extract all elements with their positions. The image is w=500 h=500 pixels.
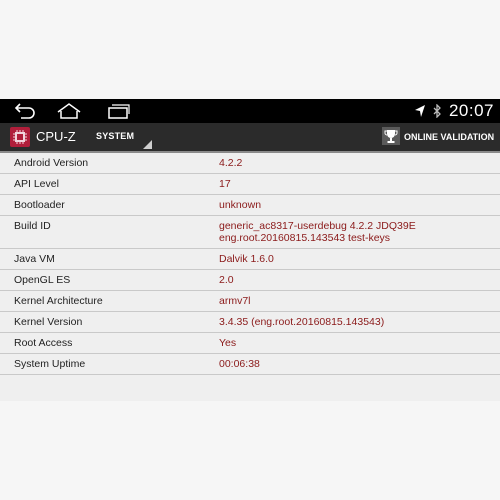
row-label: Android Version [14,157,89,169]
row-label: System Uptime [14,358,86,370]
row-label: Kernel Architecture [14,295,103,307]
list-item-kernel-architecture: Kernel Architecture armv7l [0,291,500,312]
row-value: armv7l [219,295,251,307]
cpu-z-logo-icon[interactable] [10,127,30,147]
row-label: Bootloader [14,199,65,211]
online-validation-button[interactable]: ONLINE VALIDATION [382,123,494,151]
row-value: 00:06:38 [219,358,260,370]
system-tab-label: SYSTEM [96,131,135,141]
row-value: 2.0 [219,274,234,286]
row-value: unknown [219,199,262,211]
row-label: API Level [14,178,59,190]
bluetooth-icon [433,104,441,118]
row-label: Kernel Version [14,316,83,328]
build-id-line-1: generic_ac8317-userdebug 4.2.2 JDQ39E [219,220,416,232]
list-item-api-level: API Level 17 [0,174,500,195]
row-value: 3.4.35 (eng.root.20160815.143543) [219,316,385,328]
online-validation-label: ONLINE VALIDATION [404,132,495,142]
recent-apps-icon[interactable] [105,102,131,120]
row-value: 17 [219,178,231,190]
row-value: generic_ac8317-userdebug 4.2.2 JDQ39E en… [219,220,416,244]
clock: 20:07 [448,101,494,120]
list-item-kernel-version: Kernel Version 3.4.35 (eng.root.20160815… [0,312,500,333]
system-info-list: Android Version 4.2.2 API Level 17 Bootl… [0,153,500,375]
row-value: 4.2.2 [219,157,243,169]
system-tab-selector[interactable]: SYSTEM [92,123,152,151]
navigation-status-bar: 20:07 [0,99,500,123]
home-icon[interactable] [56,102,82,120]
list-item-build-id: Build ID generic_ac8317-userdebug 4.2.2 … [0,216,500,249]
device-screen: 20:07 CPU-Z SYSTEM ONLINE VALIDATION And… [0,99,500,401]
build-id-line-2: eng.root.20160815.143543 test-keys [219,232,391,244]
dropdown-icon [143,140,152,149]
row-value: Dalvik 1.6.0 [219,253,274,265]
location-icon [415,105,425,117]
row-label: Build ID [14,220,51,232]
back-icon[interactable] [13,102,37,120]
list-item-system-uptime: System Uptime 00:06:38 [0,354,500,375]
row-label: OpenGL ES [14,274,71,286]
list-item-opengl-es: OpenGL ES 2.0 [0,270,500,291]
row-label: Java VM [14,253,55,265]
list-item-bootloader: Bootloader unknown [0,195,500,216]
list-item-root-access: Root Access Yes [0,333,500,354]
row-label: Root Access [14,337,73,349]
app-title: CPU-Z [36,129,76,144]
trophy-icon [382,127,400,145]
list-item-android-version: Android Version 4.2.2 [0,153,500,174]
action-bar: CPU-Z SYSTEM ONLINE VALIDATION [0,123,500,153]
list-item-java-vm: Java VM Dalvik 1.6.0 [0,249,500,270]
row-value: Yes [219,337,237,349]
